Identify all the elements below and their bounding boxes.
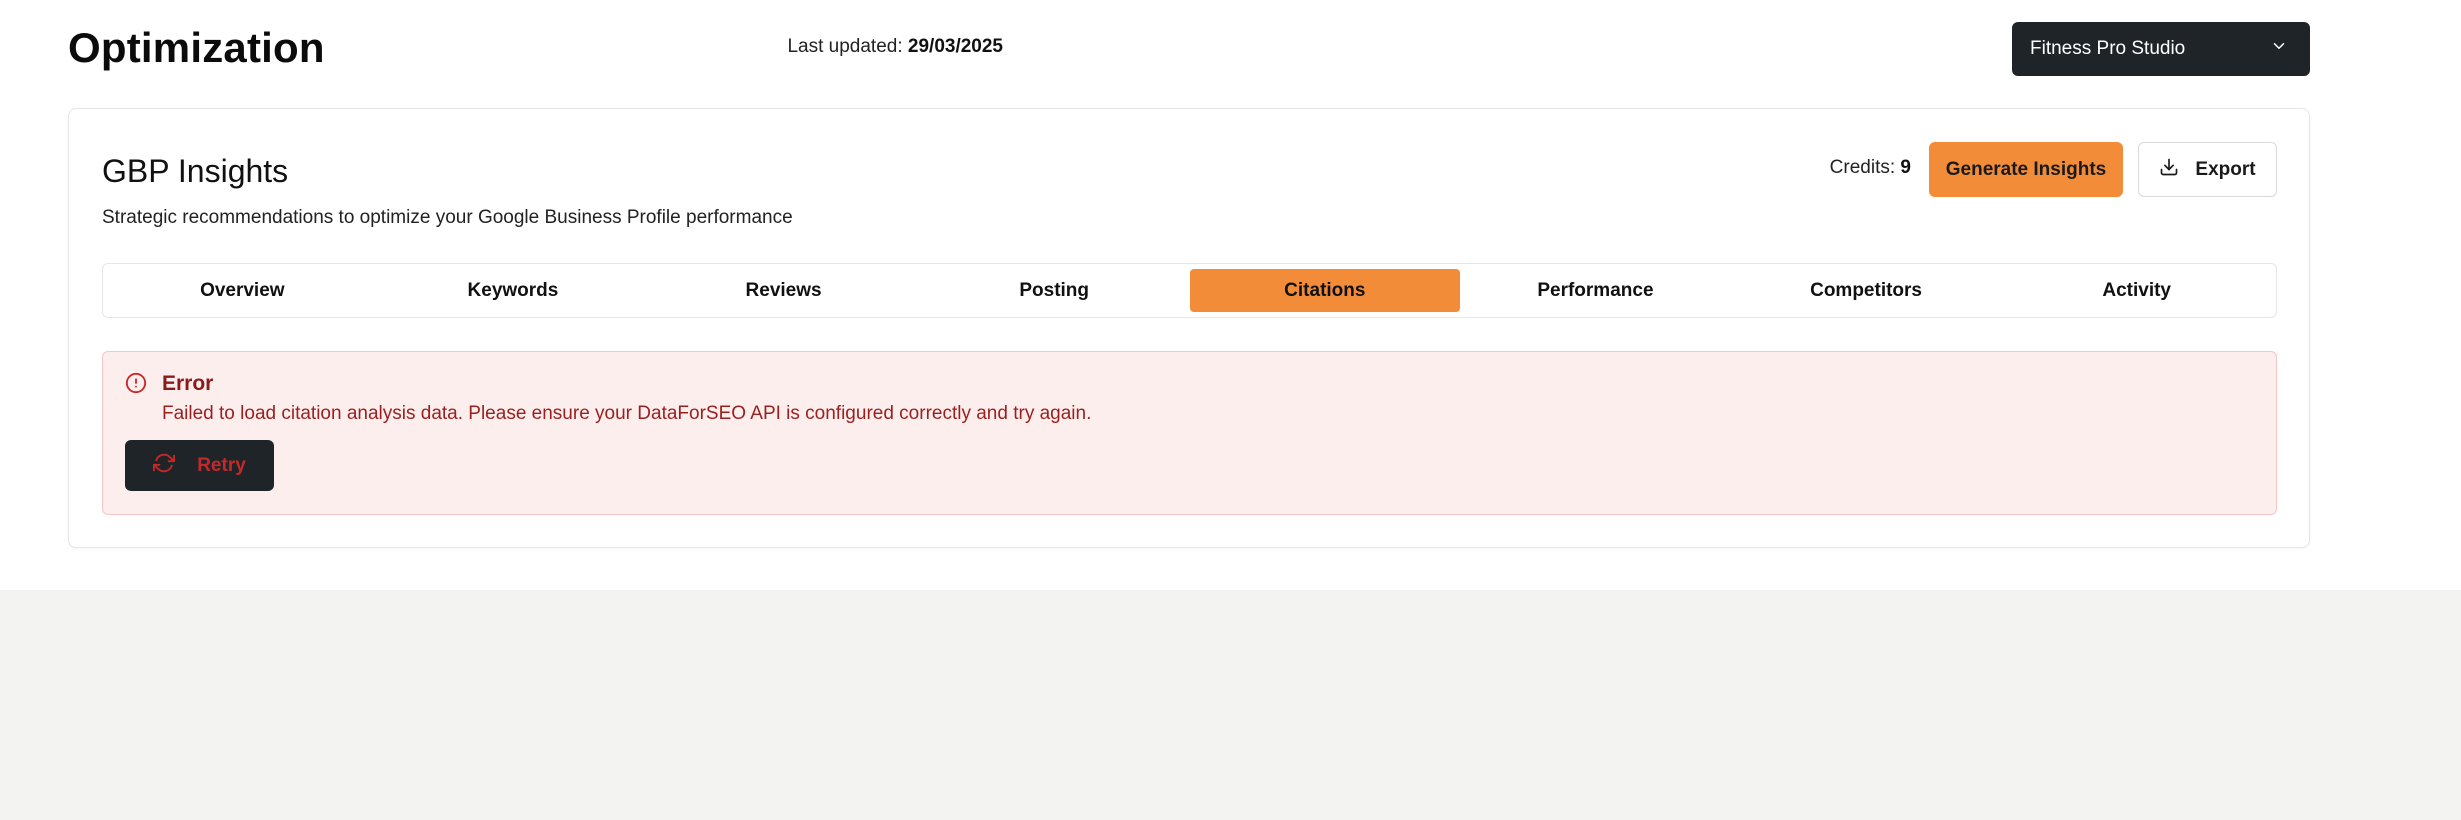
- page-header-area: Optimization Last updated: 29/03/2025 Fi…: [0, 0, 2461, 590]
- credits-display: Credits: 9: [1830, 157, 1911, 179]
- card-title: GBP Insights: [102, 153, 289, 189]
- tab-activity[interactable]: Activity: [2001, 269, 2272, 312]
- error-alert: Error Failed to load citation analysis d…: [102, 351, 2277, 515]
- generate-insights-button[interactable]: Generate Insights: [1929, 142, 2123, 197]
- credits-value: 9: [1900, 157, 1911, 178]
- last-updated-date: 29/03/2025: [907, 36, 1003, 57]
- business-select[interactable]: Fitness Pro Studio: [2012, 22, 2310, 76]
- tab-performance[interactable]: Performance: [1460, 269, 1731, 312]
- retry-button[interactable]: Retry: [125, 440, 274, 491]
- page-title: Optimization: [68, 24, 325, 71]
- refresh-icon: [153, 452, 176, 480]
- tab-overview[interactable]: Overview: [107, 269, 378, 312]
- tab-citations[interactable]: Citations: [1189, 269, 1461, 312]
- retry-label: Retry: [197, 454, 246, 476]
- tab-keywords[interactable]: Keywords: [378, 269, 649, 312]
- last-updated: Last updated: 29/03/2025: [787, 36, 1003, 58]
- last-updated-label: Last updated:: [787, 36, 903, 57]
- export-label: Export: [2195, 158, 2256, 180]
- gbp-insights-card: GBP Insights Strategic recommendations t…: [68, 108, 2310, 548]
- alert-circle-icon: [125, 372, 147, 394]
- error-message: Failed to load citation analysis data. P…: [162, 403, 1092, 424]
- business-select-value: Fitness Pro Studio: [2030, 38, 2186, 59]
- tab-posting[interactable]: Posting: [919, 269, 1190, 312]
- download-icon: [2159, 157, 2179, 183]
- error-title: Error: [162, 372, 214, 395]
- insights-tabs: Overview Keywords Reviews Posting Citati…: [102, 263, 2277, 318]
- credits-label: Credits:: [1829, 157, 1896, 178]
- card-subtitle: Strategic recommendations to optimize yo…: [102, 207, 793, 228]
- tab-competitors[interactable]: Competitors: [1731, 269, 2002, 312]
- chevron-down-icon: [2270, 37, 2288, 61]
- tab-reviews[interactable]: Reviews: [648, 269, 919, 312]
- export-button[interactable]: Export: [2138, 142, 2277, 197]
